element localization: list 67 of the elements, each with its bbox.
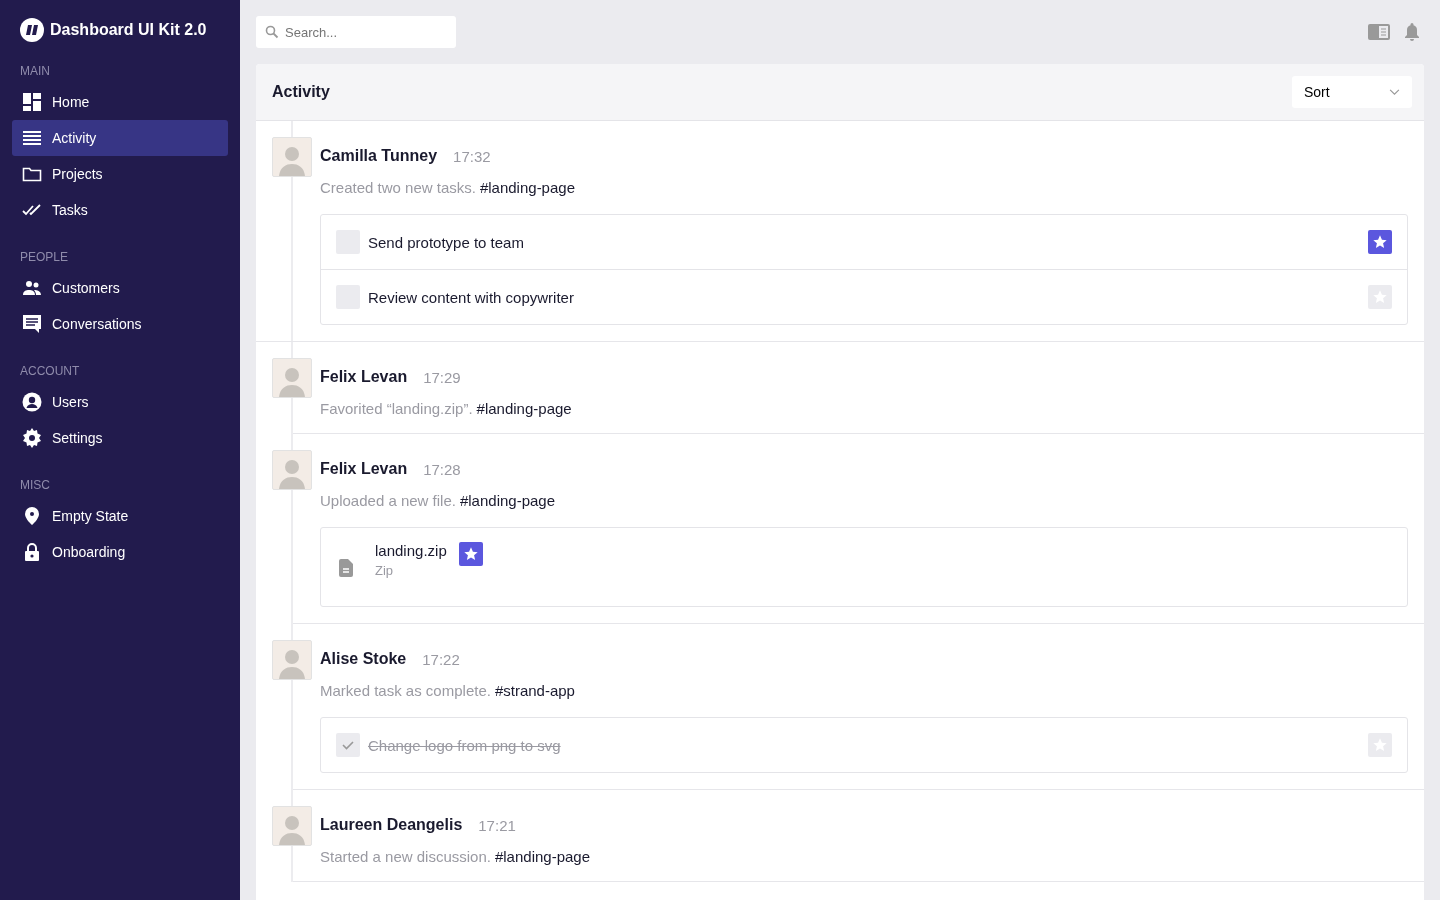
section-heading: ACCOUNT [19, 364, 81, 378]
task-label: Change logo from png to svg [368, 736, 562, 754]
checkmark-icon [341, 738, 355, 752]
sidebar-panel-icon[interactable] [1368, 24, 1390, 40]
avatar-placeholder [272, 137, 312, 177]
section-heading: MAIN [19, 64, 51, 78]
timestamp: 17:28 [423, 460, 461, 478]
project-tag[interactable]: #landing-page [479, 179, 575, 196]
nav-item[interactable]: Home [12, 84, 228, 120]
section-heading: PEOPLE [19, 250, 70, 264]
file-type: Zip [375, 563, 395, 578]
project-tag[interactable]: #landing-page [459, 492, 556, 509]
avatar-placeholder [272, 640, 312, 680]
pin-icon [22, 506, 42, 526]
timestamp: 17:21 [478, 816, 516, 834]
timestamp: 17:22 [422, 650, 460, 668]
timestamp: 17:29 [423, 368, 461, 386]
star-button[interactable] [458, 542, 483, 566]
user-name: Felix Levan [320, 368, 408, 386]
logo-icon [20, 18, 44, 42]
avatar-placeholder [272, 806, 312, 846]
lock-icon [22, 542, 42, 562]
document-icon [339, 559, 353, 577]
checkbox[interactable] [336, 733, 360, 757]
card-title: Activity [272, 83, 330, 101]
grid-icon [22, 92, 42, 112]
star-icon [462, 546, 479, 562]
activity-text: Started a new discussion. [320, 848, 491, 865]
file-name[interactable]: landing.zip [375, 542, 447, 559]
activity-text: Uploaded a new file. [320, 492, 456, 509]
section-heading: MISC [19, 478, 51, 492]
nav-item[interactable]: Settings [12, 420, 228, 456]
user-name: Camilla Tunney [320, 147, 438, 165]
project-tag[interactable]: #landing-page [476, 400, 572, 417]
timestamp: 17:32 [453, 147, 491, 165]
nav-item[interactable]: Tasks [12, 192, 228, 228]
user-icon [22, 392, 42, 412]
project-tag[interactable]: #landing-page [494, 848, 591, 865]
settings-icon [22, 428, 42, 448]
user-name: Felix Levan [320, 460, 408, 478]
nav-item[interactable]: Projects [12, 156, 228, 192]
activity-text: Favorited “landing.zip”. [320, 400, 473, 417]
nav-item[interactable]: Empty State [12, 498, 228, 534]
project-tag[interactable]: #strand-app [494, 682, 575, 699]
activity-text: Marked task as complete. [320, 682, 491, 699]
star-button[interactable] [1368, 230, 1392, 254]
star-icon [1372, 234, 1388, 250]
sort-dropdown[interactable]: Sort [1292, 76, 1412, 108]
avatar-placeholder [272, 450, 312, 490]
chat-icon [22, 314, 42, 334]
nav-item[interactable]: Users [12, 384, 228, 420]
people-icon [22, 278, 42, 298]
chevron-down-icon [1389, 88, 1400, 96]
activity-text: Created two new tasks. [320, 179, 476, 196]
task-label: Review content with copywriter [368, 288, 575, 306]
nav-item[interactable]: Activity [12, 120, 228, 156]
list-icon [22, 128, 42, 148]
user-name: Alise Stoke [320, 650, 407, 668]
nav-item[interactable]: Customers [12, 270, 228, 306]
user-name: Laureen Deangelis [320, 816, 463, 834]
bell-icon[interactable] [1404, 23, 1420, 41]
nav-item[interactable]: Conversations [12, 306, 228, 342]
task-label: Send prototype to team [368, 233, 525, 251]
search-field[interactable]: Search... [256, 16, 456, 48]
avatar-placeholder [272, 358, 312, 398]
nav-item[interactable]: Onboarding [12, 534, 228, 570]
brand-name: Dashboard UI Kit 2.0 [50, 21, 207, 39]
